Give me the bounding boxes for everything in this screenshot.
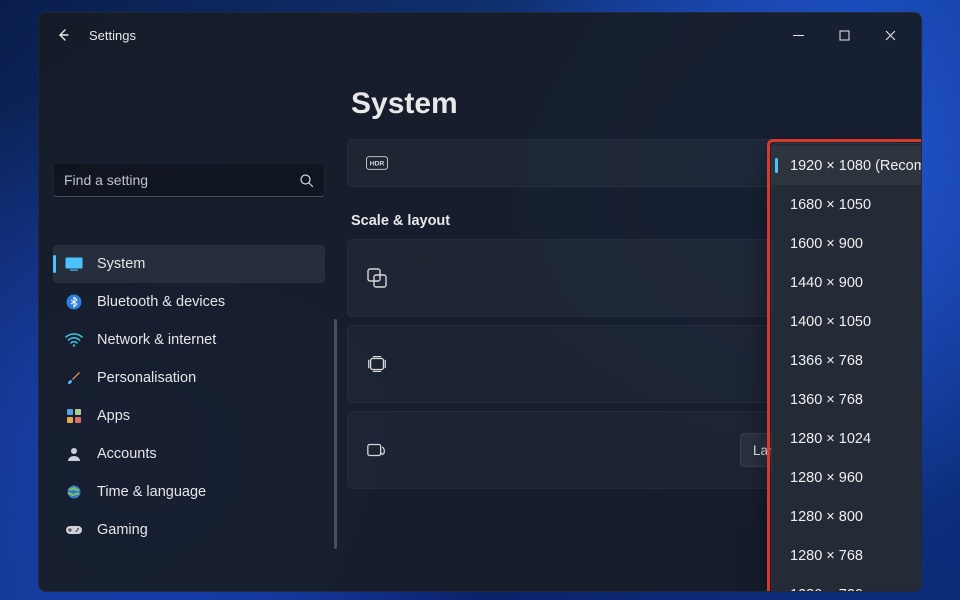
sidebar-item-label: Gaming	[97, 522, 148, 538]
resolution-option[interactable]: 1280 × 960	[772, 458, 921, 497]
page-title: System	[351, 87, 899, 121]
sidebar-item-personalisation[interactable]: Personalisation	[53, 359, 325, 397]
sidebar-item-apps[interactable]: Apps	[53, 397, 325, 435]
sidebar: System Bluetooth & devices Network & int…	[39, 57, 339, 591]
resolution-option[interactable]: 1280 × 1024	[772, 419, 921, 458]
sidebar-item-gaming[interactable]: Gaming	[53, 511, 325, 549]
resolution-option[interactable]: 1280 × 800	[772, 497, 921, 536]
resolution-option[interactable]: 1400 × 1050	[772, 302, 921, 341]
resolution-option[interactable]: 1680 × 1050	[772, 185, 921, 224]
search-box[interactable]	[53, 163, 325, 197]
resolution-option[interactable]: 1280 × 720	[772, 575, 921, 591]
apps-icon	[65, 407, 83, 425]
resolution-option[interactable]: 1920 × 1080 (Recommended)	[772, 146, 921, 185]
scale-icon	[366, 267, 388, 289]
brush-icon	[65, 369, 83, 387]
maximize-button[interactable]	[821, 19, 867, 51]
hdr-icon: HDR	[366, 152, 388, 174]
close-icon	[885, 30, 896, 41]
back-button[interactable]	[47, 19, 79, 51]
search-input[interactable]	[64, 172, 299, 188]
resolution-option[interactable]: 1360 × 768	[772, 380, 921, 419]
bluetooth-icon	[65, 293, 83, 311]
resolution-dropdown-popup: 1920 × 1080 (Recommended)1680 × 10501600…	[771, 143, 921, 591]
sidebar-item-label: Personalisation	[97, 370, 196, 386]
sidebar-scrollbar[interactable]	[334, 319, 337, 549]
wifi-icon	[65, 331, 83, 349]
resolution-option[interactable]: 1600 × 900	[772, 224, 921, 263]
display-icon	[65, 255, 83, 273]
arrow-left-icon	[55, 27, 71, 43]
sidebar-item-label: Accounts	[97, 446, 157, 462]
resolution-icon	[366, 353, 388, 375]
minimize-button[interactable]	[775, 19, 821, 51]
sidebar-item-label: Bluetooth & devices	[97, 294, 225, 310]
svg-text:HDR: HDR	[370, 161, 385, 168]
maximize-icon	[839, 30, 850, 41]
titlebar: Settings	[39, 13, 921, 57]
resolution-option[interactable]: 1366 × 768	[772, 341, 921, 380]
sidebar-item-time[interactable]: Time & language	[53, 473, 325, 511]
sidebar-item-label: Network & internet	[97, 332, 216, 348]
main-content: System HDR Scale & layout ems	[339, 57, 921, 591]
sidebar-item-system[interactable]: System	[53, 245, 325, 283]
search-icon	[299, 173, 314, 188]
settings-window: Settings System	[38, 12, 922, 592]
close-button[interactable]	[867, 19, 913, 51]
window-title: Settings	[89, 28, 136, 43]
globe-icon	[65, 483, 83, 501]
gamepad-icon	[65, 521, 83, 539]
sidebar-item-label: Apps	[97, 408, 130, 424]
nav-list: System Bluetooth & devices Network & int…	[53, 245, 325, 549]
minimize-icon	[793, 30, 804, 41]
orientation-icon	[366, 439, 388, 461]
person-icon	[65, 445, 83, 463]
sidebar-item-bluetooth[interactable]: Bluetooth & devices	[53, 283, 325, 321]
sidebar-item-accounts[interactable]: Accounts	[53, 435, 325, 473]
sidebar-item-label: Time & language	[97, 484, 206, 500]
sidebar-item-label: System	[97, 256, 145, 272]
resolution-option[interactable]: 1280 × 768	[772, 536, 921, 575]
resolution-option[interactable]: 1440 × 900	[772, 263, 921, 302]
sidebar-item-network[interactable]: Network & internet	[53, 321, 325, 359]
